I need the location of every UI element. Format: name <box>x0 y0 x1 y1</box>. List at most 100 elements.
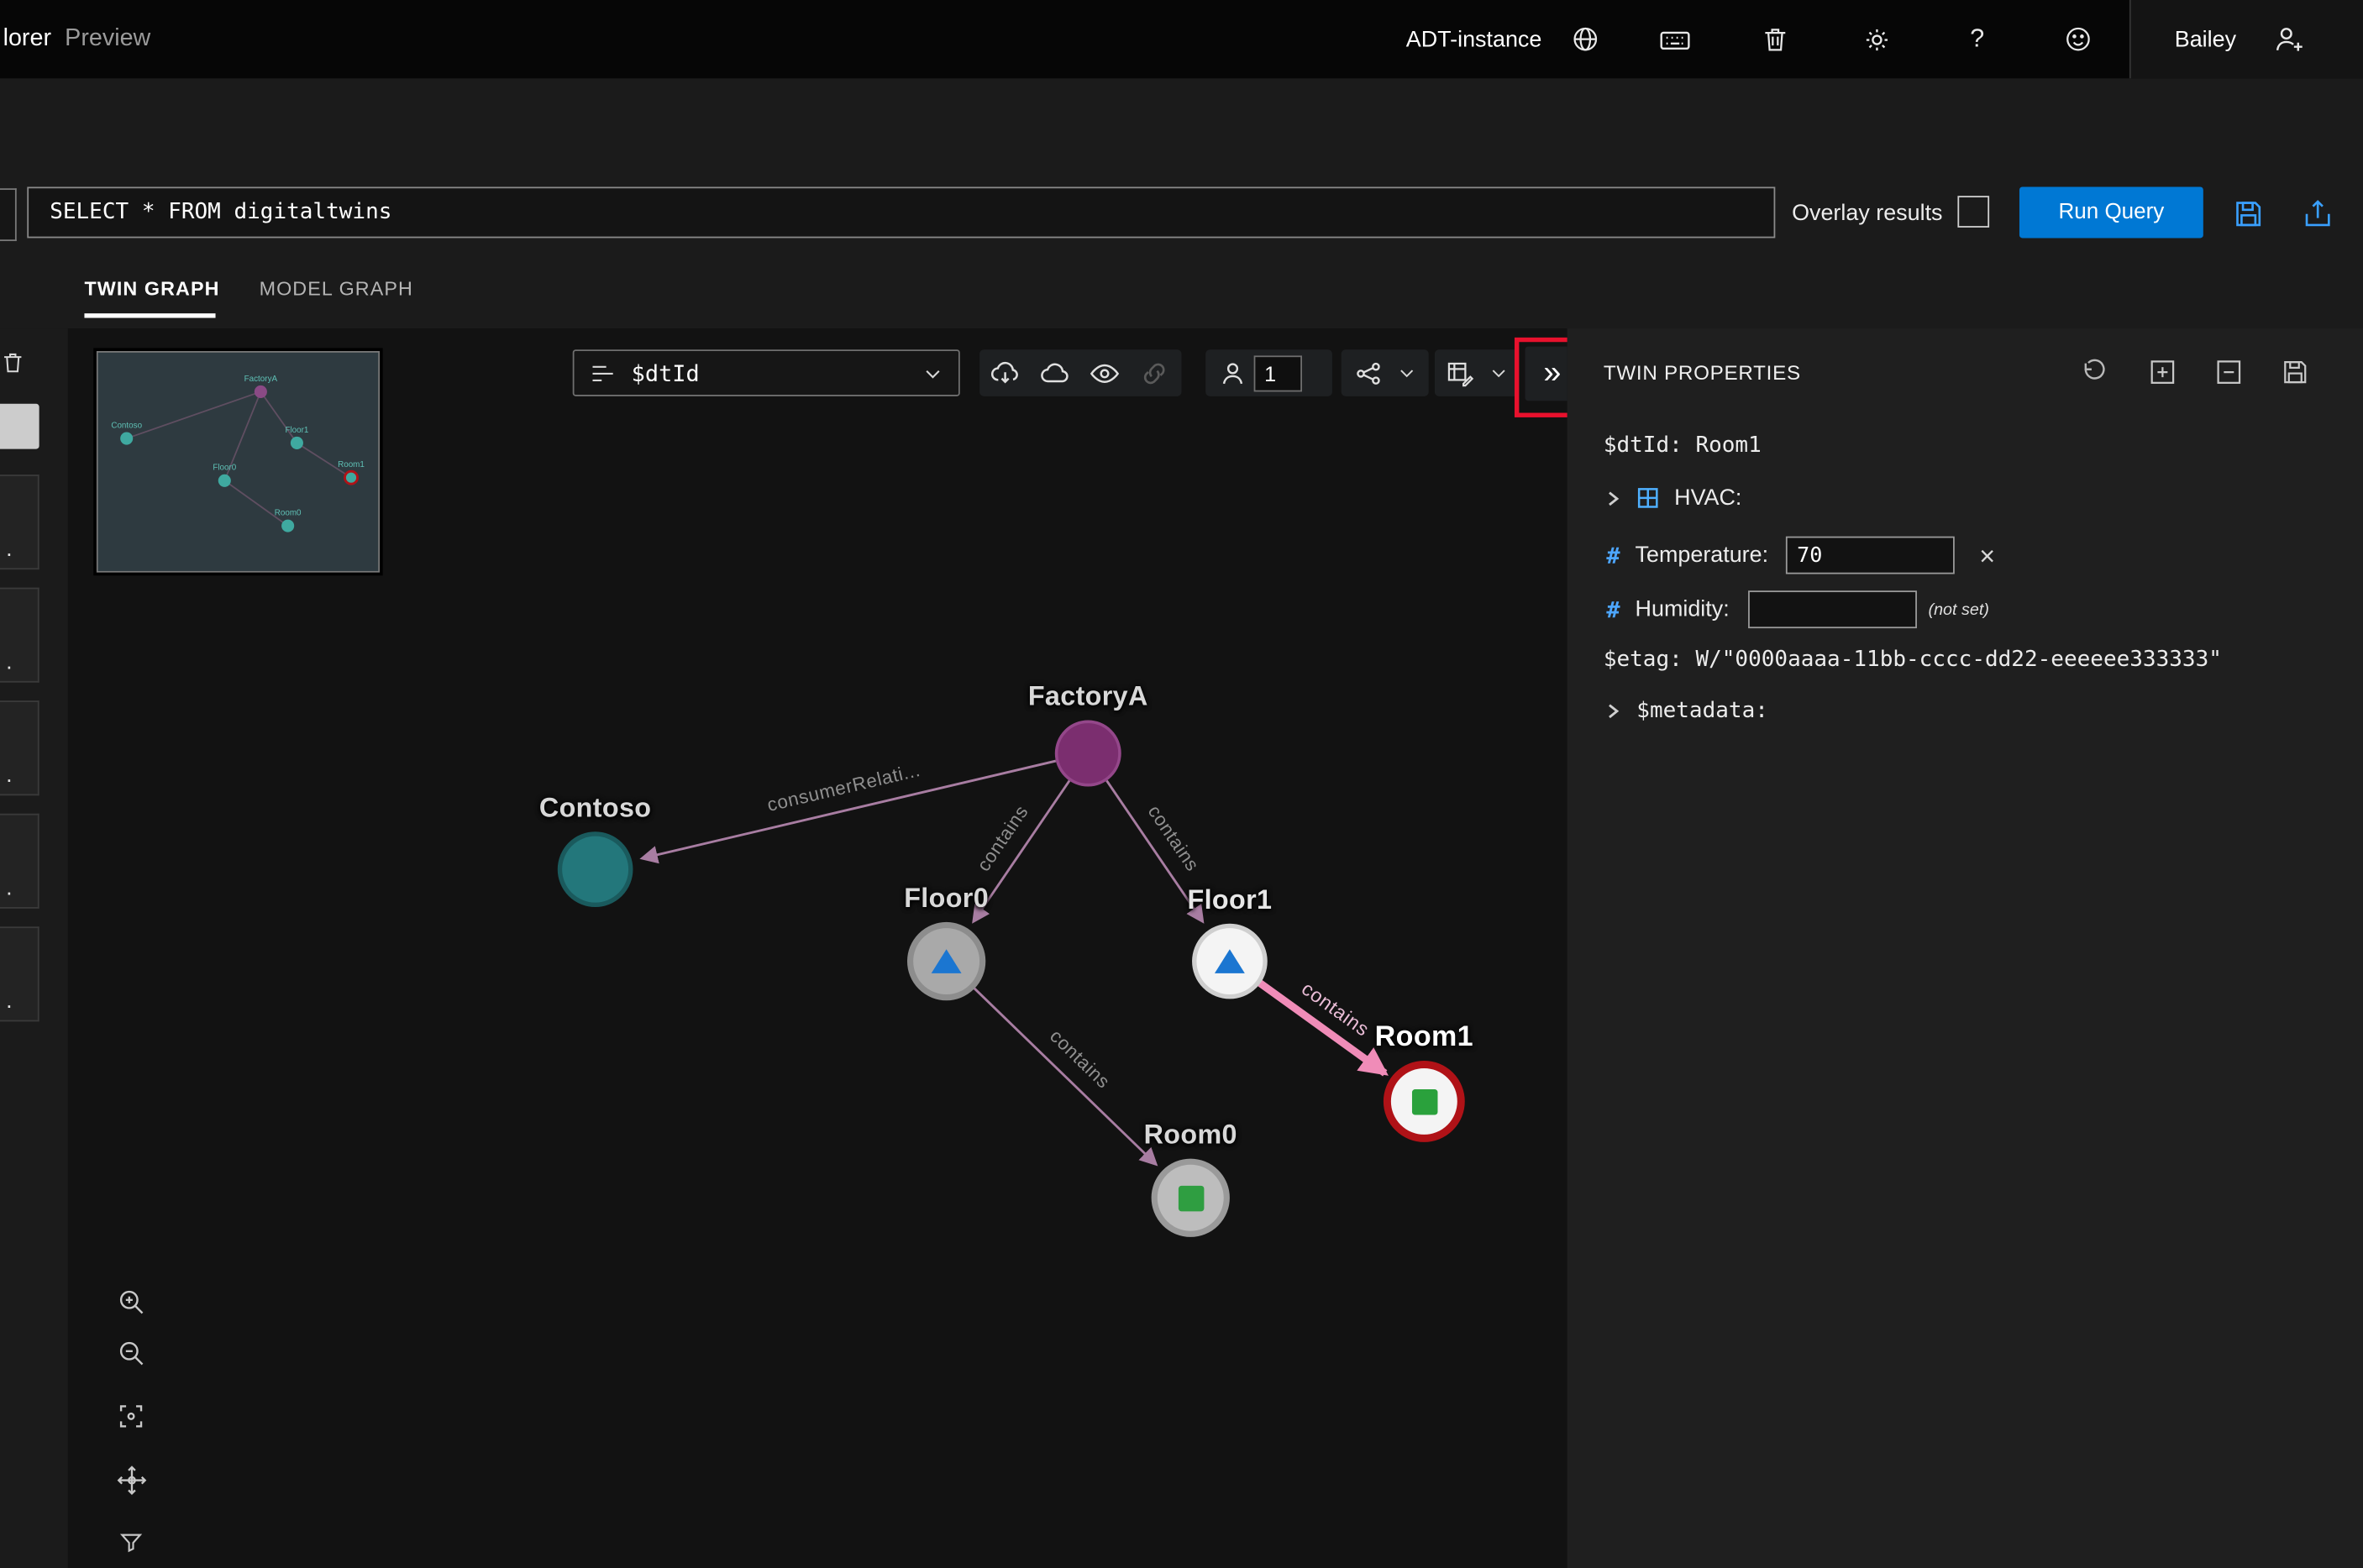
fit-view-button[interactable] <box>110 1395 152 1437</box>
expand-all-icon <box>2147 357 2177 387</box>
floor-triangle-icon <box>932 949 962 973</box>
eye-icon <box>1087 356 1120 389</box>
strip-item-label: . <box>6 537 12 562</box>
humidity-label: Humidity: <box>1636 596 1730 621</box>
property-filter-dropdown[interactable]: $dtId <box>573 349 960 396</box>
save-query-button[interactable] <box>2224 190 2272 237</box>
hvac-row: HVAC: <box>1604 485 1742 511</box>
graph-node-Room1[interactable] <box>1384 1061 1465 1142</box>
strip-model-item[interactable]: . <box>0 814 39 909</box>
filter-icon <box>118 1529 144 1556</box>
query-input[interactable] <box>27 186 1775 238</box>
edit-relationships-chevron[interactable] <box>1483 349 1513 396</box>
azure-digital-twins-explorer: lorer Preview ADT-instance ? Bailey Over… <box>0 0 2363 1568</box>
share-query-button[interactable] <box>2293 190 2341 237</box>
humidity-row: # Humidity: (not set) <box>1606 590 1989 628</box>
globe-button[interactable] <box>1562 0 1608 78</box>
gear-icon <box>1861 24 1893 55</box>
collapse-all-button[interactable] <box>2209 353 2249 392</box>
user-name[interactable]: Bailey <box>2175 0 2236 78</box>
minimap-node-label: Floor0 <box>213 464 236 473</box>
screen: lorer Preview ADT-instance ? Bailey Over… <box>0 0 2363 1568</box>
undo-icon <box>2079 358 2108 386</box>
left-collapsed-panel: . . . . . <box>0 328 68 1568</box>
show-relationships-button[interactable] <box>1129 349 1179 396</box>
properties-panel-title: TWIN PROPERTIES <box>1604 362 1801 385</box>
edit-relationships-button[interactable] <box>1441 349 1480 396</box>
fit-view-icon <box>116 1401 146 1431</box>
minimap-node-Room0 <box>281 520 294 532</box>
share-icon <box>2301 197 2334 229</box>
refresh-graph-button[interactable] <box>1029 349 1079 396</box>
toggle-properties-panel-button[interactable]: » <box>1525 347 1567 401</box>
expand-all-button[interactable] <box>2143 353 2182 392</box>
minimap-node-label: Floor1 <box>285 426 308 435</box>
graph-node-Contoso[interactable] <box>558 831 633 907</box>
save-properties-button[interactable] <box>2276 353 2315 392</box>
temperature-input[interactable] <box>1787 537 1956 574</box>
dtid-value: $dtId: Room1 <box>1604 434 1762 459</box>
chevron-down-icon <box>1396 363 1415 382</box>
minimap-edge <box>127 391 261 438</box>
save-icon <box>2232 197 2265 229</box>
undo-button[interactable] <box>2074 353 2114 392</box>
user-account-button[interactable] <box>2266 0 2312 78</box>
etag-value: $etag: W/"0000aaaa-11bb-cccc-dd22-eeeeee… <box>1604 648 2222 672</box>
twin-graph-canvas[interactable]: consumerRelati...containscontainscontain… <box>68 328 1567 1568</box>
graph-node-Floor0[interactable] <box>907 922 985 1000</box>
twin-properties-panel: TWIN PROPERTIES $dtId: Room1 HVAC: # Tem… <box>1567 328 2363 1568</box>
minimap-node-label: Contoso <box>111 421 142 430</box>
property-filter-value: $dtId <box>632 359 922 386</box>
zoom-in-button[interactable] <box>110 1281 152 1323</box>
app-title: lorer Preview <box>3 0 151 78</box>
temperature-label: Temperature: <box>1636 543 1769 568</box>
expansion-level-input[interactable] <box>1254 354 1302 391</box>
overlay-results-checkbox[interactable] <box>1957 196 1989 228</box>
load-twins-button[interactable] <box>979 349 1029 396</box>
expansion-mode-chevron[interactable] <box>1391 349 1421 396</box>
strip-selected-item[interactable] <box>0 404 39 449</box>
expansion-mode-button[interactable] <box>1349 349 1389 396</box>
strip-item-label: . <box>6 763 12 788</box>
graph-node-Floor1[interactable] <box>1192 924 1268 999</box>
strip-trash-icon[interactable] <box>0 349 25 375</box>
feedback-button[interactable] <box>2056 0 2101 78</box>
tab-model-graph[interactable]: MODEL GRAPH <box>260 277 413 300</box>
person-icon <box>1218 358 1248 388</box>
cloud-icon <box>1037 356 1070 389</box>
settings-button[interactable] <box>1854 0 1899 78</box>
etag-row: $etag: W/"0000aaaa-11bb-cccc-dd22-eeeeee… <box>1604 648 2222 672</box>
graph-node-Room0[interactable] <box>1152 1159 1230 1237</box>
graph-node-label-Contoso: Contoso <box>539 793 651 825</box>
graph-node-label-FactoryA: FactoryA <box>1028 681 1148 713</box>
graph-node-label-Floor0: Floor0 <box>904 883 989 915</box>
chevron-right-icon[interactable] <box>1604 489 1625 507</box>
minimap-node-label: Room0 <box>275 509 302 518</box>
minimap[interactable]: FactoryAContosoFloor0Floor1Room1Room0 <box>97 351 380 573</box>
graph-node-FactoryA[interactable] <box>1055 721 1121 787</box>
help-button[interactable]: ? <box>1955 0 2000 78</box>
clear-temperature-button[interactable]: × <box>1979 542 1995 569</box>
run-query-button[interactable]: Run Query <box>2019 186 2203 238</box>
dtid-row: $dtId: Room1 <box>1604 434 1762 459</box>
strip-model-item[interactable]: . <box>0 926 39 1021</box>
zoom-out-icon <box>116 1338 146 1368</box>
strip-model-item[interactable]: . <box>0 475 39 569</box>
cloud-download-icon <box>988 356 1021 389</box>
strip-model-item[interactable]: . <box>0 700 39 795</box>
humidity-input[interactable] <box>1747 590 1916 628</box>
pan-button[interactable] <box>110 1459 152 1501</box>
model-grid-icon <box>1636 486 1659 509</box>
filter-button[interactable] <box>110 1522 152 1564</box>
instance-name[interactable]: ADT-instance <box>1406 0 1542 78</box>
chevron-right-icon[interactable] <box>1604 702 1625 721</box>
delete-all-button[interactable] <box>1752 0 1798 78</box>
zoom-out-button[interactable] <box>110 1332 152 1374</box>
show-all-button[interactable] <box>1079 349 1129 396</box>
room-square-icon <box>1178 1185 1203 1210</box>
strip-model-item[interactable]: . <box>0 588 39 683</box>
active-tab-underline <box>84 313 215 317</box>
tab-twin-graph[interactable]: TWIN GRAPH <box>84 277 219 300</box>
table-pencil-icon <box>1445 358 1475 388</box>
keyboard-shortcuts-button[interactable] <box>1651 0 1697 78</box>
